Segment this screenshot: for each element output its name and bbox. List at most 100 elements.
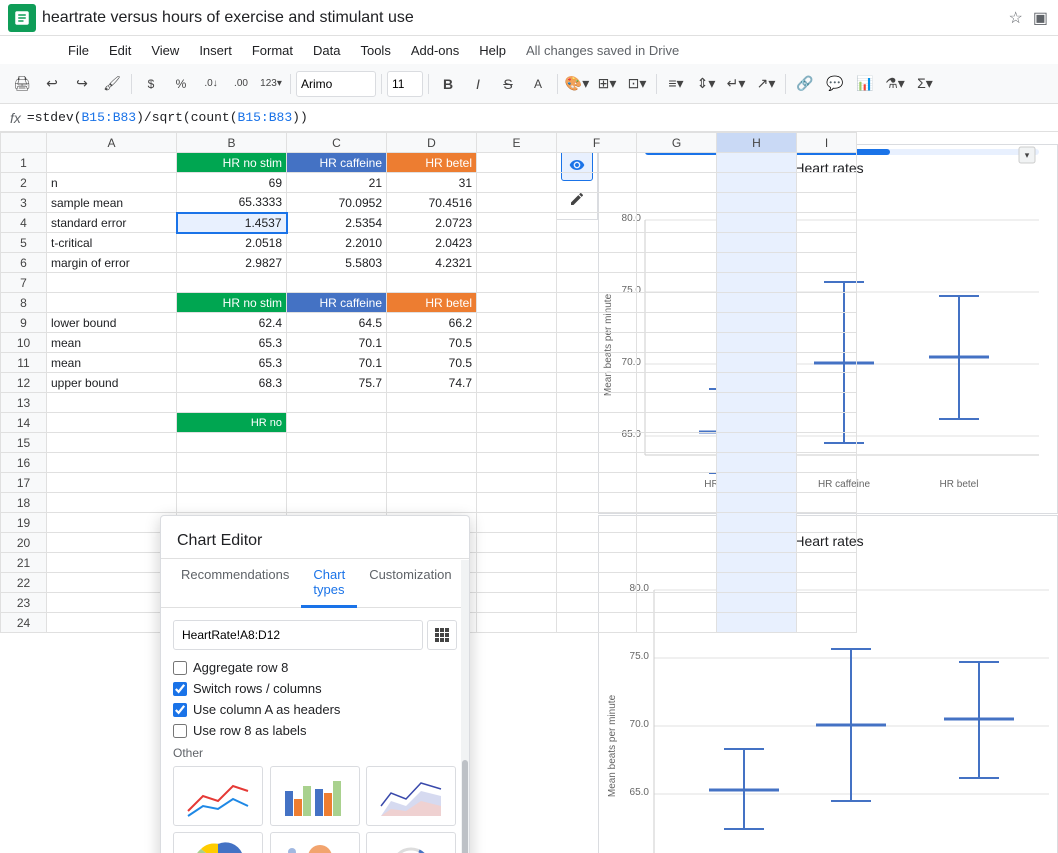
cell-e11[interactable] [477,353,557,373]
cell-i9[interactable] [797,313,857,333]
chart-type-bar[interactable] [270,766,360,826]
cell-d10[interactable]: 70.5 [387,333,477,353]
currency-button[interactable]: $ [137,70,165,98]
cell-c2[interactable]: 21 [287,173,387,193]
cell-d11[interactable]: 70.5 [387,353,477,373]
cell-c15[interactable] [287,433,387,453]
cell-i16[interactable] [797,453,857,473]
merge-button[interactable]: ⊡▾ [623,70,651,98]
cell-a10[interactable]: mean [47,333,177,353]
cell-f5[interactable] [557,233,637,253]
cell-a13[interactable] [47,393,177,413]
cell-e16[interactable] [477,453,557,473]
cell-g23[interactable] [637,593,717,613]
valign-button[interactable]: ⇕▾ [692,70,720,98]
text-color-button[interactable]: A [524,70,552,98]
cell-b10[interactable]: 65.3 [177,333,287,353]
cell-e3[interactable] [477,193,557,213]
cell-c9[interactable]: 64.5 [287,313,387,333]
cell-f23[interactable] [557,593,637,613]
col-header-c[interactable]: C [287,133,387,153]
cell-f2[interactable] [557,173,637,193]
filter-button[interactable]: ⚗▾ [881,70,909,98]
cell-f20[interactable] [557,533,637,553]
cell-g16[interactable] [637,453,717,473]
cell-h10[interactable] [717,333,797,353]
cell-h13[interactable] [717,393,797,413]
cell-b9[interactable]: 62.4 [177,313,287,333]
cell-c4[interactable]: 2.5354 [287,213,387,233]
cell-h1[interactable] [717,153,797,173]
cell-c18[interactable] [287,493,387,513]
cell-c17[interactable] [287,473,387,493]
cell-h2[interactable] [717,173,797,193]
cell-i21[interactable] [797,553,857,573]
cell-f8[interactable] [557,293,637,313]
cell-a12[interactable]: upper bound [47,373,177,393]
cell-c11[interactable]: 70.1 [287,353,387,373]
cell-c14[interactable] [287,413,387,433]
cell-e8[interactable] [477,293,557,313]
cell-g21[interactable] [637,553,717,573]
formula-input[interactable]: =stdev(B15:B83)/sqrt(count(B15:B83)) [27,110,1054,125]
cell-a2[interactable]: n [47,173,177,193]
cell-f7[interactable] [557,273,637,293]
cell-a20[interactable] [47,533,177,553]
wrap-button[interactable]: ↵▾ [722,70,750,98]
cell-g20[interactable] [637,533,717,553]
cell-f11[interactable] [557,353,637,373]
col-header-i[interactable]: I [797,133,857,153]
tab-recommendations[interactable]: Recommendations [169,559,301,608]
cell-h20[interactable] [717,533,797,553]
cell-a11[interactable]: mean [47,353,177,373]
cell-e14[interactable] [477,413,557,433]
cell-f22[interactable] [557,573,637,593]
cell-a7[interactable] [47,273,177,293]
percent-button[interactable]: % [167,70,195,98]
cell-a18[interactable] [47,493,177,513]
cell-h17[interactable] [717,473,797,493]
strikethrough-button[interactable]: S [494,70,522,98]
col-header-b[interactable]: B [177,133,287,153]
cell-d3[interactable]: 70.4516 [387,193,477,213]
cell-a24[interactable] [47,613,177,633]
cell-f1[interactable] [557,153,637,173]
cell-c6[interactable]: 5.5803 [287,253,387,273]
aggregate-checkbox[interactable] [173,661,187,675]
cell-b14[interactable]: HR no [177,413,287,433]
star-icon[interactable]: ☆ [1009,8,1023,28]
cell-a8[interactable] [47,293,177,313]
col-header-d[interactable]: D [387,133,477,153]
cell-g8[interactable] [637,293,717,313]
cell-e23[interactable] [477,593,557,613]
cell-e21[interactable] [477,553,557,573]
cell-i11[interactable] [797,353,857,373]
cell-h9[interactable] [717,313,797,333]
cell-i13[interactable] [797,393,857,413]
cell-i7[interactable] [797,273,857,293]
cell-g6[interactable] [637,253,717,273]
cell-f21[interactable] [557,553,637,573]
cell-c1[interactable]: HR caffeine [287,153,387,173]
cell-h18[interactable] [717,493,797,513]
cell-g3[interactable] [637,193,717,213]
cell-b15[interactable] [177,433,287,453]
col-header-e[interactable]: E [477,133,557,153]
cell-d14[interactable] [387,413,477,433]
chart-type-pie[interactable] [173,832,263,853]
cell-e5[interactable] [477,233,557,253]
paint-format-button[interactable]: 🖌 [98,70,126,98]
cell-g9[interactable] [637,313,717,333]
grid-icon-button[interactable] [427,620,457,650]
cell-d16[interactable] [387,453,477,473]
editor-scroll-thumb[interactable] [462,760,468,853]
cell-g12[interactable] [637,373,717,393]
cell-i22[interactable] [797,573,857,593]
link-button[interactable]: 🔗 [791,70,819,98]
cell-h24[interactable] [717,613,797,633]
cell-i20[interactable] [797,533,857,553]
cell-f18[interactable] [557,493,637,513]
cell-g11[interactable] [637,353,717,373]
cell-i19[interactable] [797,513,857,533]
cell-a1[interactable] [47,153,177,173]
